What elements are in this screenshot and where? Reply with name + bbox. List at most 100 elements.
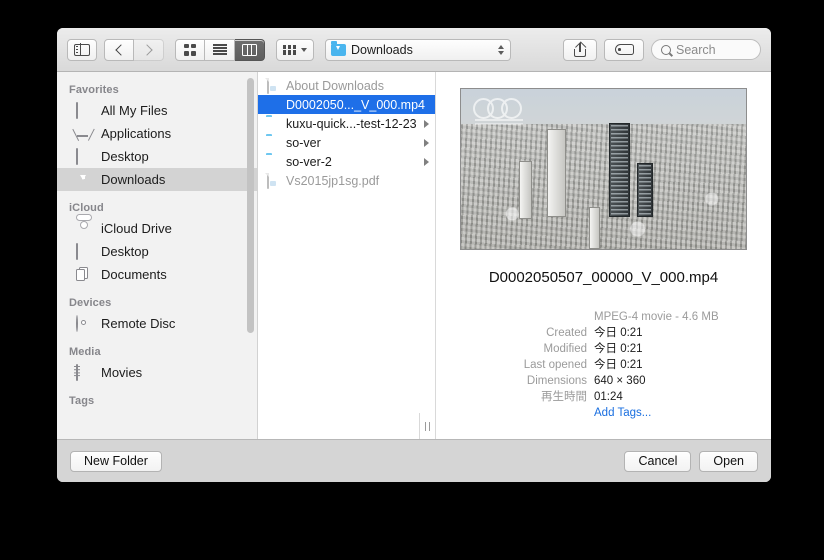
metadata-value: MPEG-4 movie - 4.6 MB	[594, 311, 719, 323]
metadata-row-add-tags: Add Tags...	[446, 405, 771, 421]
sidebar-item-label: Downloads	[101, 172, 166, 187]
movie-thumbnail-icon	[266, 98, 280, 112]
thumbnail-cityscape	[461, 124, 746, 249]
up-down-stepper-icon	[498, 44, 504, 55]
sidebar-item-label: Movies	[101, 365, 143, 380]
file-list-column: About Downloads D0002050..._V_000.mp4 ku…	[258, 72, 436, 439]
icon-view-button[interactable]	[175, 38, 205, 61]
sidebar-toggle-button[interactable]	[67, 38, 97, 61]
metadata-label	[446, 405, 594, 421]
thumbnail-watermark-logo	[473, 98, 533, 122]
metadata-row-duration: 再生時間 01:24	[446, 389, 771, 405]
file-row-about-downloads[interactable]: About Downloads	[258, 76, 435, 95]
folder-icon	[266, 155, 280, 169]
sidebar-item-label: iCloud Drive	[101, 221, 172, 236]
sidebar-toggle-icon	[74, 42, 90, 57]
tag-icon	[614, 44, 634, 55]
metadata-label: Modified	[543, 343, 587, 355]
sidebar-item-label: Desktop	[101, 149, 149, 164]
chevron-down-icon	[301, 47, 307, 52]
search-input[interactable]: Search	[651, 39, 761, 60]
sidebar-item-label: Documents	[101, 267, 167, 282]
metadata-row-last-opened: Last opened 今日 0:21	[446, 357, 771, 373]
folder-icon	[266, 136, 280, 150]
metadata-value: 今日 0:21	[594, 327, 643, 339]
file-row-folder-kuxu[interactable]: kuxu-quick...-test-12-23	[258, 114, 435, 133]
sidebar-scrollbar[interactable]	[247, 78, 254, 333]
metadata-row-modified: Modified 今日 0:21	[446, 341, 771, 357]
file-row-pdf[interactable]: Vs2015jp1sg.pdf	[258, 171, 435, 190]
file-name: About Downloads	[286, 78, 384, 93]
thumbnail-tower-dark	[609, 123, 630, 217]
disclosure-arrow-icon	[424, 138, 429, 147]
file-row-selected-video[interactable]: D0002050..._V_000.mp4	[258, 95, 435, 114]
video-thumbnail-cityscape	[460, 88, 747, 250]
add-tags-link[interactable]: Add Tags...	[594, 405, 651, 421]
desktop-icon	[76, 148, 93, 165]
list-view-button[interactable]	[205, 38, 235, 61]
metadata-row-kind: MPEG-4 movie - 4.6 MB	[446, 309, 771, 325]
cancel-button[interactable]: Cancel	[624, 450, 692, 472]
path-popup-label: Downloads	[351, 42, 413, 57]
disclosure-arrow-icon	[424, 157, 429, 166]
downloads-icon	[76, 172, 93, 187]
path-popup-button[interactable]: Downloads	[325, 38, 511, 61]
remote-disc-icon	[76, 315, 93, 332]
list-view-icon	[212, 44, 227, 55]
icon-view-icon	[184, 43, 196, 56]
sidebar-item-remote-disc[interactable]: Remote Disc	[57, 312, 257, 335]
metadata-value: 01:24	[594, 391, 623, 403]
documents-icon	[76, 267, 93, 282]
desktop-icon	[76, 243, 93, 260]
magnifier-icon	[661, 44, 671, 55]
preview-metadata: MPEG-4 movie - 4.6 MB Created 今日 0:21 Mo…	[436, 309, 771, 421]
metadata-label	[446, 309, 594, 325]
open-button[interactable]: Open	[699, 450, 758, 472]
file-row-folder-so-ver[interactable]: so-ver	[258, 133, 435, 152]
sidebar-item-desktop[interactable]: Desktop	[57, 145, 257, 168]
navigation-buttons	[104, 38, 164, 61]
downloads-folder-icon	[331, 41, 346, 56]
metadata-row-created: Created 今日 0:21	[446, 325, 771, 341]
all-my-files-icon	[76, 102, 93, 119]
arrange-grid-icon	[283, 44, 296, 55]
sidebar-item-label: Desktop	[101, 244, 149, 259]
column-view-button[interactable]	[235, 38, 265, 61]
share-button[interactable]	[563, 38, 597, 61]
sidebar: Favorites All My Files Applications Desk…	[57, 72, 258, 439]
folder-icon	[266, 117, 280, 131]
sidebar-item-downloads[interactable]: Downloads	[57, 168, 257, 191]
sidebar-item-movies[interactable]: Movies	[57, 361, 257, 384]
file-name: so-ver-2	[286, 154, 332, 169]
sidebar-item-documents[interactable]: Documents	[57, 263, 257, 286]
file-row-folder-so-ver-2[interactable]: so-ver-2	[258, 152, 435, 171]
sidebar-item-label: Remote Disc	[101, 316, 176, 331]
bottom-bar: New Folder Cancel Open	[57, 439, 771, 482]
preview-file-name: D0002050507_00000_V_000.mp4	[488, 269, 719, 286]
file-name: kuxu-quick...-test-12-23	[286, 116, 417, 131]
new-folder-button[interactable]: New Folder	[70, 450, 162, 472]
search-placeholder: Search	[676, 42, 716, 57]
sidebar-header-tags: Tags	[69, 395, 95, 407]
sidebar-item-icloud-drive[interactable]: iCloud Drive	[57, 217, 257, 240]
sidebar-item-all-my-files[interactable]: All My Files	[57, 99, 257, 122]
forward-button[interactable]	[134, 38, 164, 61]
open-file-dialog: Downloads Search Favorites All My Files	[57, 28, 771, 482]
tag-button[interactable]	[604, 38, 644, 61]
sidebar-item-icloud-desktop[interactable]: Desktop	[57, 240, 257, 263]
dialog-action-buttons: Cancel Open	[624, 450, 758, 472]
metadata-label: Dimensions	[526, 375, 587, 387]
metadata-label: Last opened	[523, 359, 587, 371]
metadata-value: 今日 0:21	[594, 343, 643, 355]
sidebar-item-label: Applications	[101, 126, 172, 141]
view-mode-buttons	[175, 38, 265, 61]
document-icon	[266, 77, 280, 94]
metadata-value: 今日 0:21	[594, 359, 643, 371]
file-name: Vs2015jp1sg.pdf	[286, 173, 380, 188]
column-resize-grip-icon[interactable]	[419, 413, 436, 439]
arrange-by-button[interactable]	[276, 38, 314, 61]
sidebar-item-applications[interactable]: Applications	[57, 122, 257, 145]
metadata-label: Created	[546, 327, 587, 339]
back-button[interactable]	[104, 38, 134, 61]
preview-pane: D0002050507_00000_V_000.mp4 MPEG-4 movie…	[436, 72, 771, 439]
